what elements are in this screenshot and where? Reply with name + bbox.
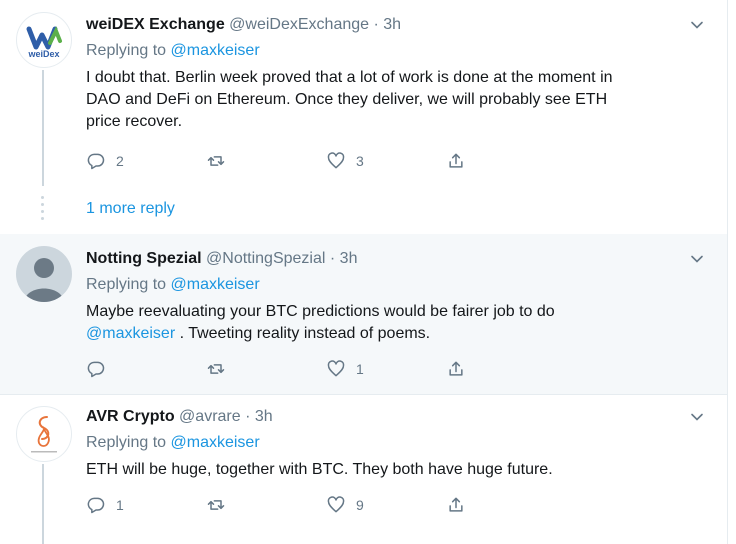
retweet-icon xyxy=(207,156,225,166)
separator-dot: · xyxy=(329,250,336,267)
mention-link[interactable]: @maxkeiser xyxy=(86,325,175,342)
like-button[interactable]: 1 xyxy=(326,358,364,380)
thread-dots xyxy=(40,196,46,224)
weidex-logo-icon: weiDex xyxy=(26,26,62,59)
chevron-down-icon[interactable] xyxy=(690,410,704,424)
svg-text:weiDex: weiDex xyxy=(27,49,59,59)
more-replies-link[interactable]: 1 more reply xyxy=(86,200,175,218)
tweet-header: Notting Spezial @NottingSpezial · 3h xyxy=(86,250,357,268)
tweet-actions: 1 xyxy=(86,358,506,380)
user-handle[interactable]: @NottingSpezial xyxy=(206,250,325,267)
share-button[interactable] xyxy=(446,358,466,380)
retweet-icon xyxy=(207,500,225,510)
timestamp[interactable]: 3h xyxy=(383,16,401,33)
like-count: 1 xyxy=(356,361,364,377)
mention-link[interactable]: @maxkeiser xyxy=(171,276,260,293)
share-button[interactable] xyxy=(446,494,466,516)
tweet-header: weiDEX Exchange @weiDexExchange · 3h xyxy=(86,16,401,34)
avatar-notting[interactable] xyxy=(16,246,72,302)
retweet-button[interactable] xyxy=(206,358,236,380)
reply-count: 2 xyxy=(116,153,124,169)
reply-icon xyxy=(87,497,105,514)
tweet-text: Maybe reevaluating your BTC predictions … xyxy=(86,303,555,342)
avr-logo-icon xyxy=(31,416,57,453)
like-button[interactable]: 3 xyxy=(326,150,364,172)
share-button[interactable] xyxy=(446,150,466,172)
tweet-notting[interactable]: Notting Spezial @NottingSpezial · 3h Rep… xyxy=(0,234,728,395)
mention-link[interactable]: @maxkeiser xyxy=(171,42,260,59)
tweet-header: AVR Crypto @avrare · 3h xyxy=(86,408,273,426)
timestamp[interactable]: 3h xyxy=(340,250,358,267)
reply-button[interactable] xyxy=(86,358,116,380)
reply-button[interactable]: 2 xyxy=(86,150,124,172)
thread-line xyxy=(42,70,44,186)
separator-dot: · xyxy=(245,408,251,425)
display-name[interactable]: weiDEX Exchange xyxy=(86,16,225,33)
retweet-icon xyxy=(207,364,225,374)
heart-icon xyxy=(327,496,345,513)
chevron-down-icon[interactable] xyxy=(690,252,704,266)
replying-to: Replying to @maxkeiser xyxy=(86,434,260,451)
reply-button[interactable]: 1 xyxy=(86,494,124,516)
tweet-weidex[interactable]: weiDex weiDEX Exchange @weiDexExchange ·… xyxy=(0,0,728,235)
retweet-button[interactable] xyxy=(206,150,236,172)
avatar-weidex[interactable]: weiDex xyxy=(16,12,72,68)
reply-icon xyxy=(87,153,105,170)
like-count: 3 xyxy=(356,153,364,169)
tweet-actions: 2 3 xyxy=(86,150,506,172)
replying-to: Replying to @maxkeiser xyxy=(86,42,260,59)
thread-line xyxy=(42,464,44,544)
reply-count: 1 xyxy=(116,497,124,513)
tweet-text: ETH will be huge, together with BTC. The… xyxy=(86,461,553,478)
user-handle[interactable]: @avrare xyxy=(179,408,241,425)
display-name[interactable]: AVR Crypto xyxy=(86,408,175,425)
like-count: 9 xyxy=(356,497,364,513)
default-avatar-icon xyxy=(24,258,64,302)
reply-icon xyxy=(87,361,105,378)
replying-to: Replying to @maxkeiser xyxy=(86,276,260,293)
mention-link[interactable]: @maxkeiser xyxy=(171,434,260,451)
tweet-text: I doubt that. Berlin week proved that a … xyxy=(86,69,613,130)
timestamp[interactable]: 3h xyxy=(255,408,273,425)
tweet-actions: 1 9 xyxy=(86,494,506,516)
avatar-avr[interactable] xyxy=(16,406,72,462)
chevron-down-icon[interactable] xyxy=(690,18,704,32)
heart-icon xyxy=(327,360,345,377)
heart-icon xyxy=(327,152,345,169)
share-icon xyxy=(449,497,463,512)
scrollbar[interactable] xyxy=(727,0,736,544)
like-button[interactable]: 9 xyxy=(326,494,364,516)
display-name[interactable]: Notting Spezial xyxy=(86,250,202,267)
separator-dot: · xyxy=(373,16,379,33)
share-icon xyxy=(449,361,463,376)
tweet-avr[interactable]: AVR Crypto @avrare · 3h Replying to @max… xyxy=(0,394,728,544)
user-handle[interactable]: @weiDexExchange xyxy=(229,16,369,33)
retweet-button[interactable] xyxy=(206,494,236,516)
share-icon xyxy=(449,153,463,168)
